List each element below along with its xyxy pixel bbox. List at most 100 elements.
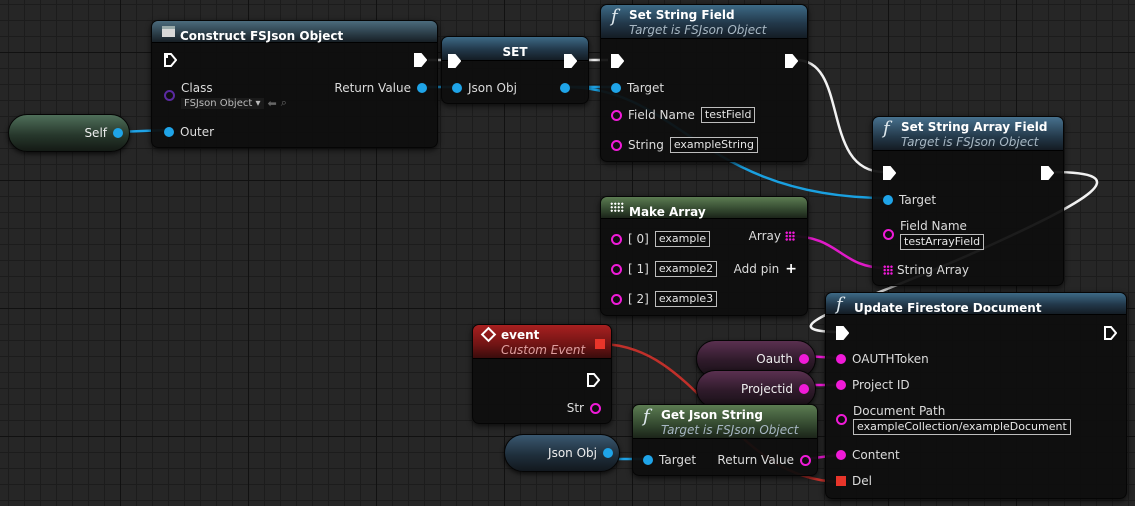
construct-exec-in-pin-icon[interactable] [164,53,177,67]
ssaf-field-name-label: Field Name [900,219,967,233]
ssaf-exec-in-icon[interactable] [883,166,896,180]
array-output-pin-icon[interactable] [785,231,795,241]
set-title: SET [502,45,528,59]
construct-exec-out-pin-icon[interactable] [414,53,427,67]
construct-fsjson-object-node[interactable]: Construct FSJson Object Class FSJson Obj… [151,20,438,148]
ssaf-string-array-row: String Array [883,263,969,277]
ssf-string-input[interactable]: exampleString [669,137,758,153]
ssaf-exec-out-icon[interactable] [1041,166,1054,180]
project-id-label: Project ID [852,378,910,392]
content-row: Content [836,448,900,462]
construct-return-pin[interactable] [417,83,427,93]
content-label: Content [852,448,900,462]
ssaf-field-name-pin[interactable] [883,229,894,240]
set-string-field-exec-out-icon[interactable] [785,54,798,68]
ssf-string-pin[interactable] [611,139,622,151]
make-array-item-label: [ 1] [628,262,649,276]
gjs-return-pin[interactable] [800,454,811,466]
construct-title: Construct FSJson Object [180,29,344,43]
projectid-variable-node[interactable]: Projectid [696,370,816,408]
oauth-token-row: OAUTHToken [836,352,929,366]
class-dropdown[interactable]: FSJson Object ▾ [181,97,264,109]
ssf-field-name-pin[interactable] [611,109,622,121]
set-exec-in-pin-icon[interactable] [448,54,461,68]
outer-label: Outer [180,125,215,139]
project-id-pin[interactable] [836,380,846,390]
ssf-target-pin[interactable] [611,83,621,93]
ssf-string-label: String [628,138,664,152]
set-json-obj-in-pin[interactable] [452,83,462,93]
construct-outer-row: Outer [164,125,214,139]
make-array-header[interactable]: Make Array [601,197,807,219]
oauth-token-pin[interactable] [836,354,846,364]
document-path-input[interactable]: exampleCollection/exampleDocument [853,419,1071,435]
gjs-target-pin[interactable] [643,455,653,465]
make-array-output-row: Array [749,229,795,243]
gjs-target-row: Target [643,453,696,467]
add-pin-row[interactable]: Add pin + [734,261,797,277]
make-array-node[interactable]: Make Array [ 0] example [ 1] example2 [ … [600,196,808,316]
make-array-item-pin[interactable] [611,233,622,245]
ssf-string-row: String exampleString [611,137,758,153]
oauth-variable-pin[interactable] [799,354,809,364]
set-variable-node[interactable]: SET Json Obj [441,36,589,104]
set-json-obj-out-pin[interactable] [560,83,570,93]
event-delegate-pin[interactable] [595,339,605,349]
event-str-pin[interactable] [590,402,601,414]
make-array-item-input[interactable]: example [654,231,711,247]
ssaf-target-pin[interactable] [883,195,893,205]
set-string-field-header[interactable]: f Set String Field Target is FSJson Obje… [601,5,807,39]
make-array-item-pin[interactable] [611,263,622,275]
event-str-label: Str [566,401,584,415]
make-array-icon [610,202,624,213]
set-string-field-exec-in-icon[interactable] [611,54,624,68]
function-icon: f [836,294,843,315]
plus-icon[interactable]: + [785,261,797,277]
ssaf-subtitle: Target is FSJson Object [901,135,1039,149]
get-json-string-node[interactable]: f Get Json String Target is FSJson Objec… [632,404,818,476]
ssf-target-label: Target [627,81,665,95]
set-string-array-field-node[interactable]: f Set String Array Field Target is FSJso… [872,116,1064,286]
projectid-variable-pin[interactable] [799,384,809,394]
event-str-row: Str [567,401,601,415]
ssf-field-name-input[interactable]: testField [700,107,756,123]
class-pin[interactable] [164,90,175,101]
update-firestore-exec-out-icon[interactable] [1104,326,1117,340]
set-string-array-field-header[interactable]: f Set String Array Field Target is FSJso… [873,117,1063,151]
document-path-pin[interactable] [836,414,847,425]
set-string-field-node[interactable]: f Set String Field Target is FSJson Obje… [600,4,808,162]
add-pin-label: Add pin [733,262,780,276]
json-obj-variable-pin[interactable] [603,448,613,458]
outer-pin[interactable] [164,127,174,137]
browse-icon[interactable]: ⌕ [281,96,287,110]
set-json-obj-label: Json Obj [468,81,517,95]
make-array-item-input[interactable]: example3 [654,291,718,307]
json-obj-variable-node[interactable]: Json Obj [504,434,620,472]
custom-event-header[interactable]: event Custom Event [473,325,611,359]
custom-event-node[interactable]: event Custom Event Str [472,324,612,424]
update-firestore-exec-in-icon[interactable] [836,326,849,340]
update-firestore-header[interactable]: f Update Firestore Document [826,293,1126,315]
gjs-target-label: Target [659,453,697,467]
make-array-item-row: [ 0] example [611,231,711,247]
get-json-string-header[interactable]: f Get Json String Target is FSJson Objec… [633,405,817,439]
ssf-target-row: Target [611,81,664,95]
make-array-item-input[interactable]: example2 [654,261,718,277]
class-dropdown-value: FSJson Object [184,97,253,109]
self-output-pin[interactable] [113,128,123,138]
event-exec-out-icon[interactable] [587,373,600,387]
content-pin[interactable] [836,450,846,460]
make-array-item-pin[interactable] [611,293,622,305]
ssaf-field-name-input[interactable]: testArrayField [900,234,985,250]
del-delegate-pin[interactable] [836,476,846,486]
event-title: event [501,328,540,342]
ssf-field-name-row: Field Name testField [611,107,756,123]
set-json-obj-row: Json Obj [452,81,517,95]
set-exec-out-pin-icon[interactable] [564,54,577,68]
string-array-pin-icon[interactable] [883,265,893,275]
ssaf-target-label: Target [899,193,937,207]
use-selected-icon[interactable]: ⬅ [268,97,277,110]
construct-node-header[interactable]: Construct FSJson Object [152,21,437,43]
self-variable-node[interactable]: Self [8,114,130,152]
update-firestore-document-node[interactable]: f Update Firestore Document OAUTHToken P… [825,292,1127,499]
